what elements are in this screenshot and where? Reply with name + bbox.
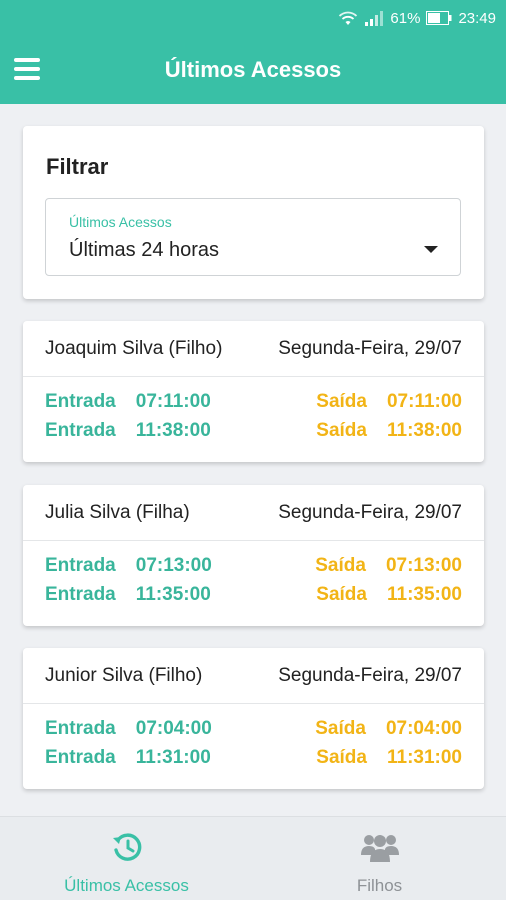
entry-label: Entrada xyxy=(45,391,116,412)
card-header: Junior Silva (Filho) Segunda-Feira, 29/0… xyxy=(23,648,484,704)
card-header: Julia Silva (Filha) Segunda-Feira, 29/07 xyxy=(23,485,484,541)
history-icon xyxy=(111,831,143,868)
exit-time: 11:31:00 xyxy=(386,747,462,768)
access-date: Segunda-Feira, 29/07 xyxy=(278,664,462,686)
exit-time: 07:04:00 xyxy=(385,718,462,739)
access-row: Entrada 11:35:00 Saída 11:35:00 xyxy=(45,584,462,613)
entry-label: Entrada xyxy=(45,718,116,739)
entry-label: Entrada xyxy=(45,420,116,441)
app-bar: Últimos Acessos xyxy=(0,36,506,104)
entry-time: 11:35:00 xyxy=(135,584,211,605)
entry-time: 07:04:00 xyxy=(135,718,212,739)
dropdown-arrow-icon xyxy=(424,246,438,253)
access-date: Segunda-Feira, 29/07 xyxy=(278,337,462,359)
exit-time: 11:38:00 xyxy=(386,420,462,441)
entry-label: Entrada xyxy=(45,555,116,576)
exit-label: Saída xyxy=(316,391,367,412)
battery-icon xyxy=(426,11,452,25)
access-card[interactable]: Julia Silva (Filha) Segunda-Feira, 29/07… xyxy=(23,485,484,626)
access-row: Entrada 07:13:00 Saída 07:13:00 xyxy=(45,555,462,584)
clock: 23:49 xyxy=(458,9,496,27)
access-row: Entrada 07:04:00 Saída 07:04:00 xyxy=(45,718,462,747)
exit-label: Saída xyxy=(316,420,367,441)
select-value: Últimas 24 horas xyxy=(69,239,220,261)
access-date: Segunda-Feira, 29/07 xyxy=(278,501,462,523)
filter-title: Filtrar xyxy=(46,154,109,179)
nav-label: Filhos xyxy=(356,876,403,895)
menu-icon[interactable] xyxy=(14,58,40,80)
entry-time: 11:31:00 xyxy=(135,747,211,768)
access-row: Entrada 07:11:00 Saída 07:11:00 xyxy=(45,391,462,420)
exit-time: 07:11:00 xyxy=(386,391,462,412)
exit-label: Saída xyxy=(316,747,367,768)
access-card[interactable]: Joaquim Silva (Filho) Segunda-Feira, 29/… xyxy=(23,321,484,462)
entry-time: 07:11:00 xyxy=(135,391,211,412)
nav-item-ultimos-acessos[interactable]: Últimos Acessos xyxy=(0,817,253,900)
nav-label: Últimos Acessos xyxy=(64,876,189,895)
page-title: Últimos Acessos xyxy=(164,57,342,82)
group-icon xyxy=(360,831,400,868)
exit-label: Saída xyxy=(315,718,366,739)
access-card[interactable]: Junior Silva (Filho) Segunda-Feira, 29/0… xyxy=(23,648,484,789)
battery-percent: 61% xyxy=(390,9,421,27)
exit-label: Saída xyxy=(315,555,366,576)
status-bar: 61% 23:49 xyxy=(0,0,506,36)
signal-icon xyxy=(364,10,384,26)
card-header: Joaquim Silva (Filho) Segunda-Feira, 29/… xyxy=(23,321,484,377)
child-name: Julia Silva (Filha) xyxy=(45,501,190,523)
child-name: Junior Silva (Filho) xyxy=(45,664,203,686)
wifi-icon xyxy=(338,10,358,26)
content-area[interactable]: Filtrar Últimos Acessos Últimas 24 horas… xyxy=(0,104,506,816)
exit-label: Saída xyxy=(316,584,367,605)
exit-time: 11:35:00 xyxy=(386,584,462,605)
exit-time: 07:13:00 xyxy=(385,555,462,576)
access-row: Entrada 11:31:00 Saída 11:31:00 xyxy=(45,747,462,776)
child-name: Joaquim Silva (Filho) xyxy=(45,337,223,359)
select-label: Últimos Acessos xyxy=(69,214,172,230)
entry-label: Entrada xyxy=(45,747,116,768)
entry-time: 07:13:00 xyxy=(135,555,212,576)
entry-time: 11:38:00 xyxy=(135,420,211,441)
filter-card: Filtrar Últimos Acessos Últimas 24 horas xyxy=(23,126,484,299)
period-select[interactable]: Últimos Acessos Últimas 24 horas xyxy=(45,198,461,276)
access-row: Entrada 11:38:00 Saída 11:38:00 xyxy=(45,420,462,449)
entry-label: Entrada xyxy=(45,584,116,605)
nav-item-filhos[interactable]: Filhos xyxy=(253,817,506,900)
bottom-navigation: Últimos Acessos Filhos xyxy=(0,816,506,900)
